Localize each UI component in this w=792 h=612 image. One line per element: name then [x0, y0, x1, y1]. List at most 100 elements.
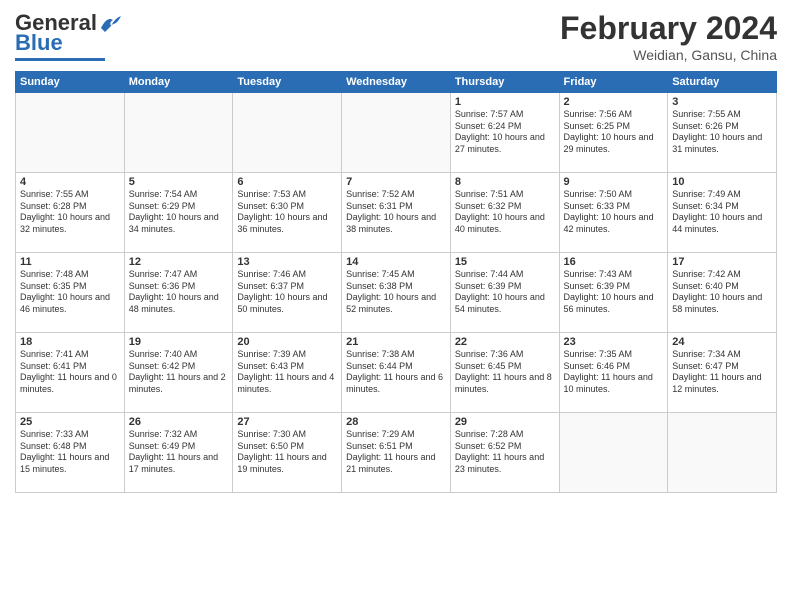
- day-number: 15: [455, 256, 555, 268]
- col-friday: Friday: [559, 72, 668, 93]
- day-number: 8: [455, 176, 555, 188]
- day-number: 4: [20, 176, 120, 188]
- table-row: 20 Sunrise: 7:39 AM Sunset: 6:43 PM Dayl…: [233, 333, 342, 413]
- week-row-2: 11 Sunrise: 7:48 AM Sunset: 6:35 PM Dayl…: [16, 253, 777, 333]
- table-row: 24 Sunrise: 7:34 AM Sunset: 6:47 PM Dayl…: [668, 333, 777, 413]
- col-thursday: Thursday: [450, 72, 559, 93]
- col-monday: Monday: [124, 72, 233, 93]
- day-info: Sunrise: 7:52 AM Sunset: 6:31 PM Dayligh…: [346, 189, 446, 236]
- table-row: 27 Sunrise: 7:30 AM Sunset: 6:50 PM Dayl…: [233, 413, 342, 493]
- table-row: [16, 93, 125, 173]
- day-number: 20: [237, 336, 337, 348]
- logo-blue-text: Blue: [15, 30, 63, 56]
- day-number: 6: [237, 176, 337, 188]
- col-saturday: Saturday: [668, 72, 777, 93]
- day-info: Sunrise: 7:51 AM Sunset: 6:32 PM Dayligh…: [455, 189, 555, 236]
- logo: General Blue: [15, 10, 121, 61]
- day-info: Sunrise: 7:48 AM Sunset: 6:35 PM Dayligh…: [20, 269, 120, 316]
- day-number: 7: [346, 176, 446, 188]
- table-row: 5 Sunrise: 7:54 AM Sunset: 6:29 PM Dayli…: [124, 173, 233, 253]
- day-info: Sunrise: 7:45 AM Sunset: 6:38 PM Dayligh…: [346, 269, 446, 316]
- table-row: [668, 413, 777, 493]
- table-row: 23 Sunrise: 7:35 AM Sunset: 6:46 PM Dayl…: [559, 333, 668, 413]
- table-row: 2 Sunrise: 7:56 AM Sunset: 6:25 PM Dayli…: [559, 93, 668, 173]
- day-info: Sunrise: 7:47 AM Sunset: 6:36 PM Dayligh…: [129, 269, 229, 316]
- day-info: Sunrise: 7:55 AM Sunset: 6:26 PM Dayligh…: [672, 109, 772, 156]
- table-row: 22 Sunrise: 7:36 AM Sunset: 6:45 PM Dayl…: [450, 333, 559, 413]
- month-title: February 2024: [560, 10, 777, 47]
- table-row: 12 Sunrise: 7:47 AM Sunset: 6:36 PM Dayl…: [124, 253, 233, 333]
- table-row: 8 Sunrise: 7:51 AM Sunset: 6:32 PM Dayli…: [450, 173, 559, 253]
- page-header: General Blue February 2024 Weidian, Gans…: [15, 10, 777, 63]
- table-row: 15 Sunrise: 7:44 AM Sunset: 6:39 PM Dayl…: [450, 253, 559, 333]
- page-container: General Blue February 2024 Weidian, Gans…: [0, 0, 792, 498]
- day-info: Sunrise: 7:29 AM Sunset: 6:51 PM Dayligh…: [346, 429, 446, 476]
- table-row: 21 Sunrise: 7:38 AM Sunset: 6:44 PM Dayl…: [342, 333, 451, 413]
- day-info: Sunrise: 7:30 AM Sunset: 6:50 PM Dayligh…: [237, 429, 337, 476]
- table-row: 13 Sunrise: 7:46 AM Sunset: 6:37 PM Dayl…: [233, 253, 342, 333]
- logo-bird-icon: [99, 14, 121, 32]
- col-wednesday: Wednesday: [342, 72, 451, 93]
- col-sunday: Sunday: [16, 72, 125, 93]
- table-row: 7 Sunrise: 7:52 AM Sunset: 6:31 PM Dayli…: [342, 173, 451, 253]
- day-number: 28: [346, 416, 446, 428]
- day-info: Sunrise: 7:57 AM Sunset: 6:24 PM Dayligh…: [455, 109, 555, 156]
- day-info: Sunrise: 7:55 AM Sunset: 6:28 PM Dayligh…: [20, 189, 120, 236]
- day-info: Sunrise: 7:54 AM Sunset: 6:29 PM Dayligh…: [129, 189, 229, 236]
- day-info: Sunrise: 7:32 AM Sunset: 6:49 PM Dayligh…: [129, 429, 229, 476]
- day-info: Sunrise: 7:41 AM Sunset: 6:41 PM Dayligh…: [20, 349, 120, 396]
- day-number: 26: [129, 416, 229, 428]
- day-info: Sunrise: 7:46 AM Sunset: 6:37 PM Dayligh…: [237, 269, 337, 316]
- day-number: 18: [20, 336, 120, 348]
- day-info: Sunrise: 7:35 AM Sunset: 6:46 PM Dayligh…: [564, 349, 664, 396]
- week-row-3: 18 Sunrise: 7:41 AM Sunset: 6:41 PM Dayl…: [16, 333, 777, 413]
- day-info: Sunrise: 7:53 AM Sunset: 6:30 PM Dayligh…: [237, 189, 337, 236]
- table-row: 3 Sunrise: 7:55 AM Sunset: 6:26 PM Dayli…: [668, 93, 777, 173]
- day-number: 12: [129, 256, 229, 268]
- day-number: 27: [237, 416, 337, 428]
- table-row: [559, 413, 668, 493]
- table-row: 6 Sunrise: 7:53 AM Sunset: 6:30 PM Dayli…: [233, 173, 342, 253]
- table-row: 14 Sunrise: 7:45 AM Sunset: 6:38 PM Dayl…: [342, 253, 451, 333]
- table-row: 19 Sunrise: 7:40 AM Sunset: 6:42 PM Dayl…: [124, 333, 233, 413]
- table-row: 1 Sunrise: 7:57 AM Sunset: 6:24 PM Dayli…: [450, 93, 559, 173]
- day-number: 3: [672, 96, 772, 108]
- day-info: Sunrise: 7:36 AM Sunset: 6:45 PM Dayligh…: [455, 349, 555, 396]
- day-number: 16: [564, 256, 664, 268]
- table-row: 25 Sunrise: 7:33 AM Sunset: 6:48 PM Dayl…: [16, 413, 125, 493]
- day-info: Sunrise: 7:39 AM Sunset: 6:43 PM Dayligh…: [237, 349, 337, 396]
- day-number: 1: [455, 96, 555, 108]
- day-info: Sunrise: 7:28 AM Sunset: 6:52 PM Dayligh…: [455, 429, 555, 476]
- day-info: Sunrise: 7:49 AM Sunset: 6:34 PM Dayligh…: [672, 189, 772, 236]
- calendar-table: Sunday Monday Tuesday Wednesday Thursday…: [15, 71, 777, 493]
- table-row: 18 Sunrise: 7:41 AM Sunset: 6:41 PM Dayl…: [16, 333, 125, 413]
- table-row: 29 Sunrise: 7:28 AM Sunset: 6:52 PM Dayl…: [450, 413, 559, 493]
- table-row: [342, 93, 451, 173]
- title-block: February 2024 Weidian, Gansu, China: [560, 10, 777, 63]
- week-row-4: 25 Sunrise: 7:33 AM Sunset: 6:48 PM Dayl…: [16, 413, 777, 493]
- table-row: 16 Sunrise: 7:43 AM Sunset: 6:39 PM Dayl…: [559, 253, 668, 333]
- day-info: Sunrise: 7:50 AM Sunset: 6:33 PM Dayligh…: [564, 189, 664, 236]
- day-number: 9: [564, 176, 664, 188]
- table-row: 9 Sunrise: 7:50 AM Sunset: 6:33 PM Dayli…: [559, 173, 668, 253]
- day-info: Sunrise: 7:38 AM Sunset: 6:44 PM Dayligh…: [346, 349, 446, 396]
- day-number: 22: [455, 336, 555, 348]
- week-row-1: 4 Sunrise: 7:55 AM Sunset: 6:28 PM Dayli…: [16, 173, 777, 253]
- col-tuesday: Tuesday: [233, 72, 342, 93]
- table-row: 10 Sunrise: 7:49 AM Sunset: 6:34 PM Dayl…: [668, 173, 777, 253]
- day-number: 21: [346, 336, 446, 348]
- table-row: 4 Sunrise: 7:55 AM Sunset: 6:28 PM Dayli…: [16, 173, 125, 253]
- day-number: 14: [346, 256, 446, 268]
- day-info: Sunrise: 7:33 AM Sunset: 6:48 PM Dayligh…: [20, 429, 120, 476]
- day-number: 2: [564, 96, 664, 108]
- location-text: Weidian, Gansu, China: [560, 47, 777, 63]
- day-info: Sunrise: 7:34 AM Sunset: 6:47 PM Dayligh…: [672, 349, 772, 396]
- table-row: 17 Sunrise: 7:42 AM Sunset: 6:40 PM Dayl…: [668, 253, 777, 333]
- day-number: 5: [129, 176, 229, 188]
- day-number: 19: [129, 336, 229, 348]
- day-number: 23: [564, 336, 664, 348]
- day-number: 17: [672, 256, 772, 268]
- day-number: 10: [672, 176, 772, 188]
- day-number: 29: [455, 416, 555, 428]
- day-info: Sunrise: 7:44 AM Sunset: 6:39 PM Dayligh…: [455, 269, 555, 316]
